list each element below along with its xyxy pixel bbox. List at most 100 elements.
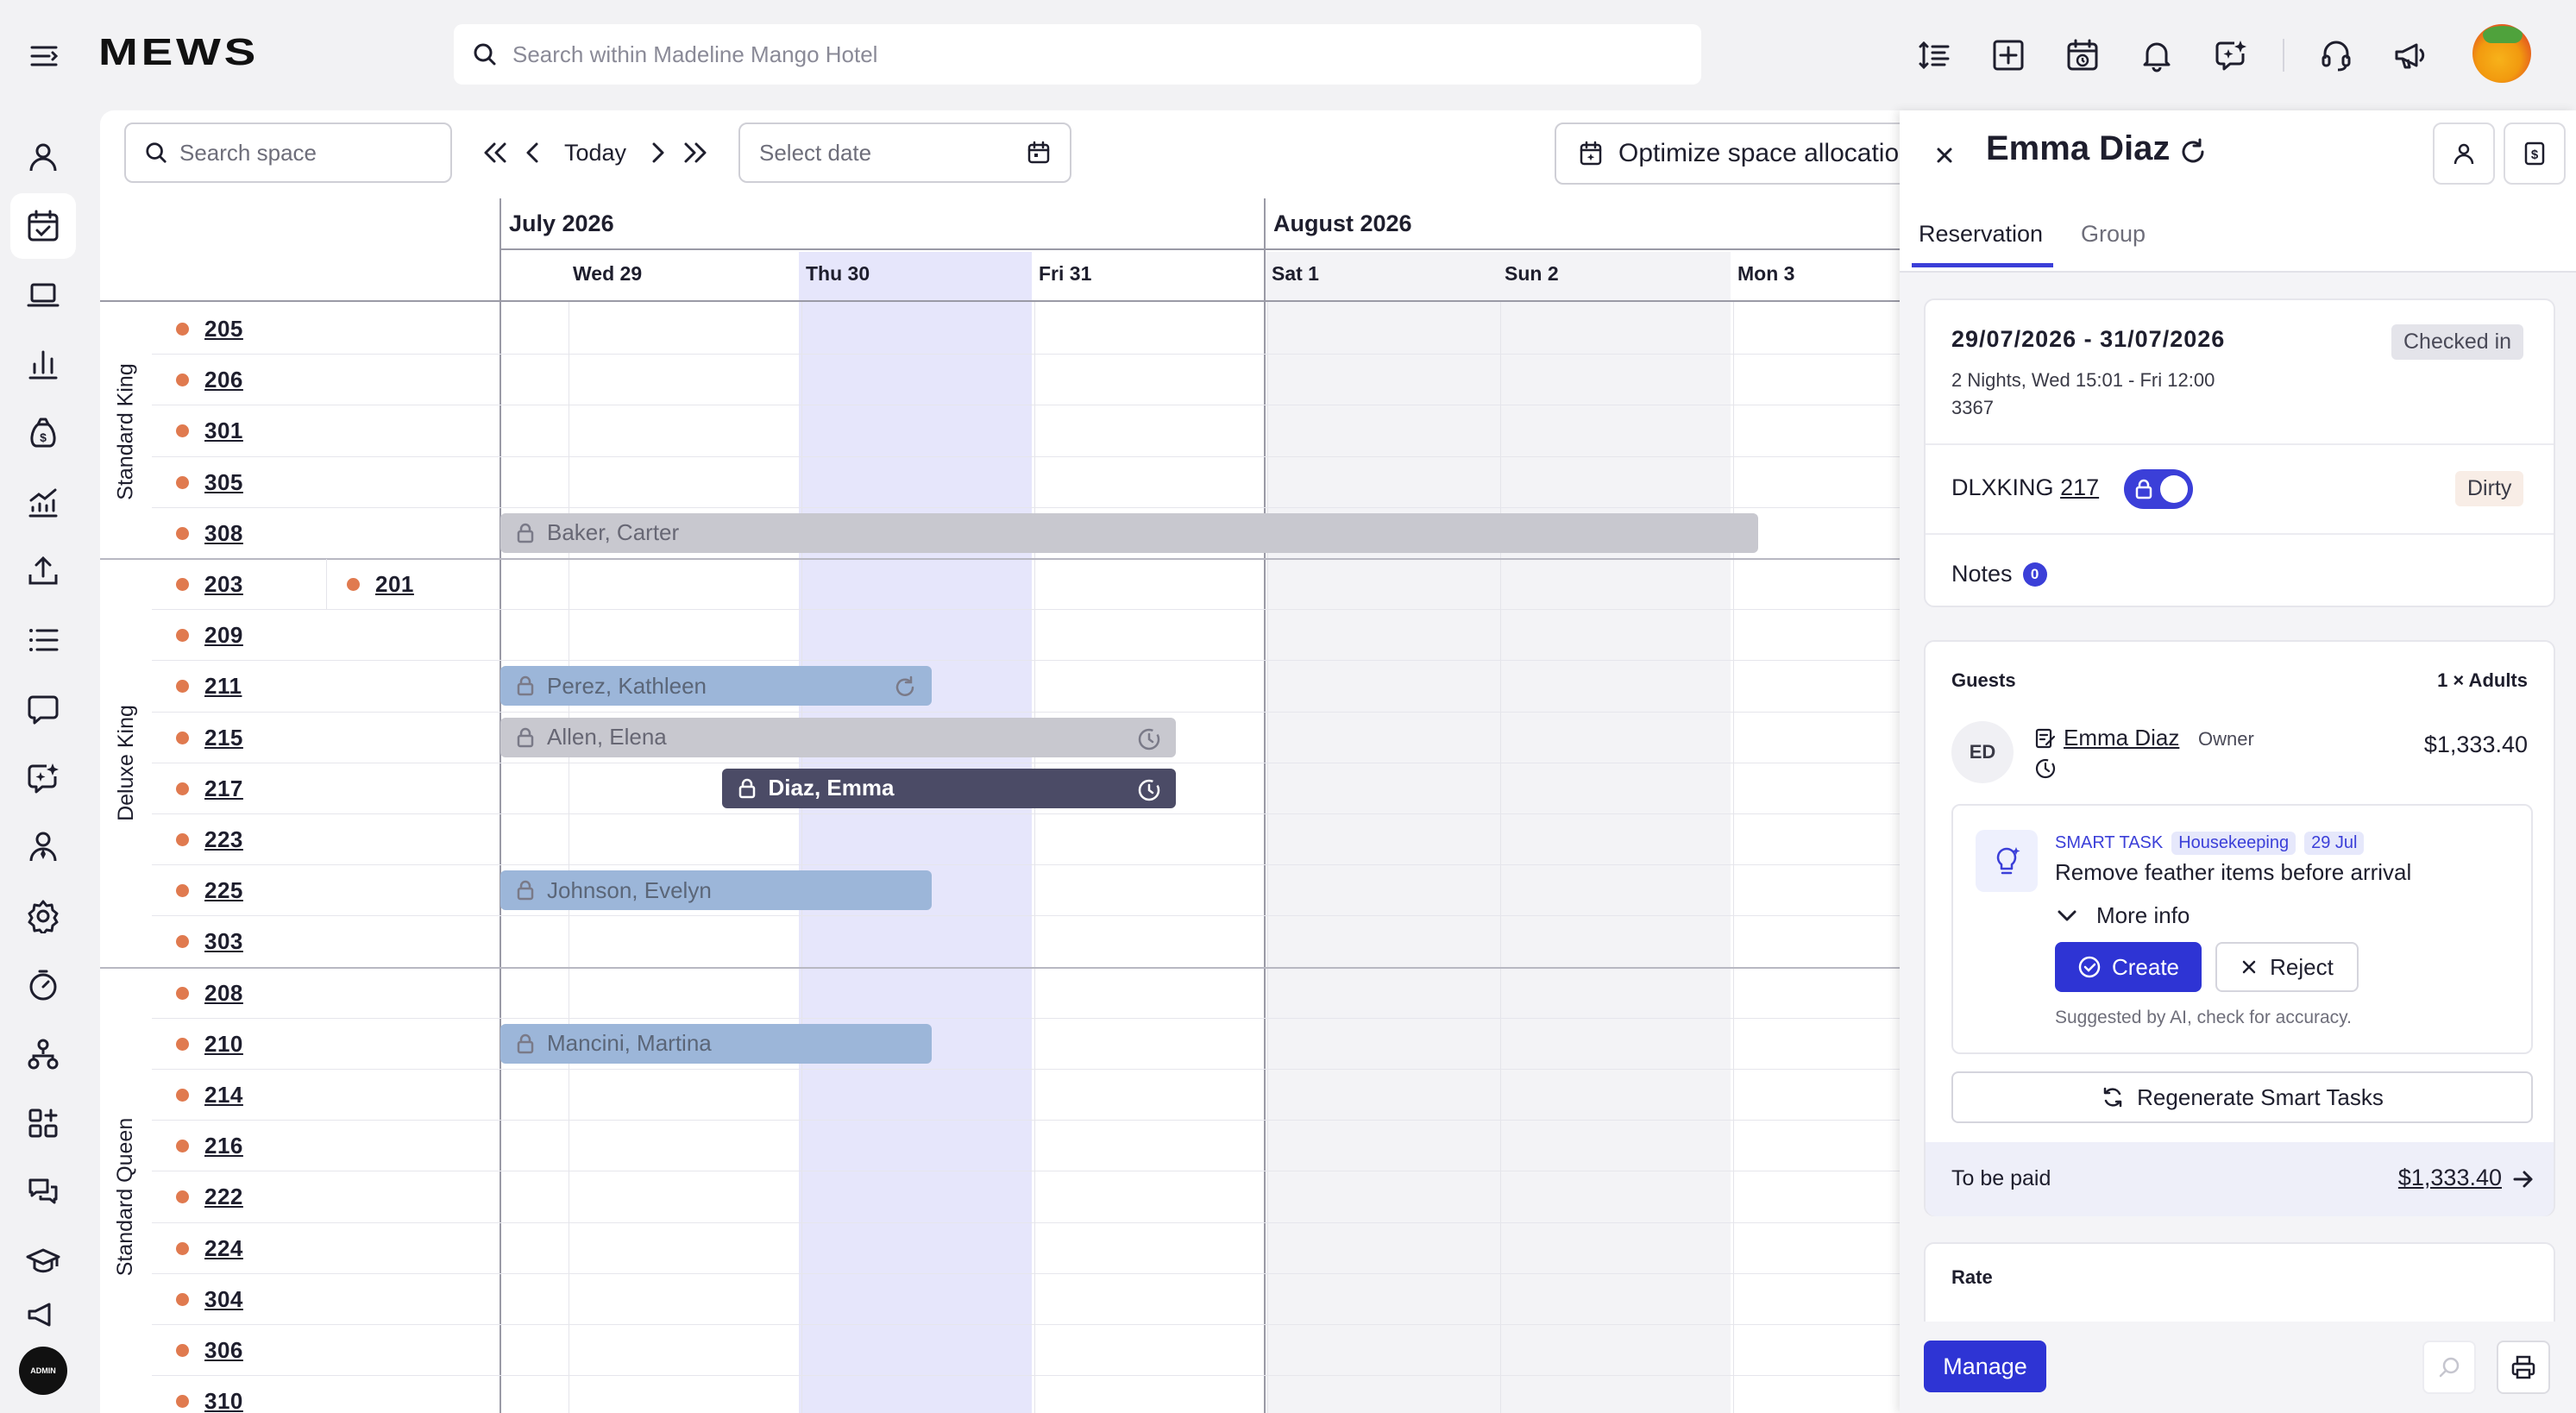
room-number[interactable]: 201	[375, 571, 414, 598]
billing-button[interactable]: $	[2504, 122, 2566, 185]
room-217[interactable]: 217	[176, 763, 243, 814]
room-223[interactable]: 223	[176, 814, 243, 865]
room-number[interactable]: 216	[204, 1133, 243, 1159]
regenerate-smart-tasks-button[interactable]: Regenerate Smart Tasks	[1951, 1071, 2533, 1123]
search-space-input[interactable]: Search space	[124, 122, 452, 183]
room-number[interactable]: 308	[204, 520, 243, 547]
room-number[interactable]: 214	[204, 1082, 243, 1108]
history-icon[interactable]	[1136, 777, 1162, 803]
reservation-bar[interactable]: Mancini, Martina	[500, 1023, 932, 1064]
room-lock-toggle[interactable]	[2124, 469, 2193, 509]
room-216[interactable]: 216	[176, 1121, 243, 1171]
sidebar-ai-message-icon[interactable]	[10, 745, 76, 811]
sidebar-trend-chart-icon[interactable]	[10, 469, 76, 535]
room-number[interactable]: 203	[204, 571, 243, 598]
room-215[interactable]: 215	[176, 713, 243, 763]
room-304[interactable]: 304	[176, 1274, 243, 1325]
next-icon[interactable]	[638, 131, 676, 174]
room-306[interactable]: 306	[176, 1325, 243, 1376]
guest-profile-button[interactable]	[2433, 122, 2495, 185]
room-208[interactable]: 208	[176, 968, 243, 1019]
admin-avatar[interactable]: ADMIN	[19, 1347, 67, 1395]
room-310[interactable]: 310	[176, 1376, 243, 1413]
room-303[interactable]: 303	[176, 916, 243, 967]
room-number[interactable]: 224	[204, 1235, 243, 1262]
previous-icon[interactable]	[514, 131, 552, 174]
jump-forward-icon[interactable]	[676, 131, 714, 174]
notes-row[interactable]: Notes 0	[1951, 561, 2047, 587]
history-icon[interactable]	[1136, 726, 1162, 752]
sidebar-bar-chart-icon[interactable]	[10, 331, 76, 397]
guest-name-link[interactable]: Emma Diaz	[2034, 725, 2179, 751]
tab-reservation[interactable]: Reservation	[1912, 221, 2054, 267]
sidebar-hierarchy-icon[interactable]	[10, 1021, 76, 1087]
sidebar-list-icon[interactable]	[10, 607, 76, 673]
global-search-input[interactable]: Search within Madeline Mango Hotel	[454, 24, 1701, 85]
room-308[interactable]: 308	[176, 508, 243, 559]
megaphone-icon[interactable]	[2388, 33, 2433, 78]
sidebar-money-bag-icon[interactable]: $	[10, 400, 76, 466]
room-214[interactable]: 214	[176, 1070, 243, 1121]
line-spacing-icon[interactable]	[1912, 33, 1957, 78]
ai-chat-icon[interactable]	[2208, 33, 2253, 78]
manage-button[interactable]: Manage	[1924, 1341, 2046, 1392]
sidebar-apps-add-icon[interactable]	[10, 1090, 76, 1156]
room-number[interactable]: 211	[204, 673, 242, 700]
search-icon[interactable]	[2422, 1341, 2476, 1394]
calendar-clock-icon[interactable]	[2060, 33, 2105, 78]
room-211[interactable]: 211	[176, 661, 242, 712]
sidebar-megaphone-icon[interactable]	[10, 1297, 76, 1332]
room-number-link[interactable]: 217	[2060, 474, 2099, 500]
room-210[interactable]: 210	[176, 1019, 243, 1070]
print-icon[interactable]	[2497, 1341, 2550, 1394]
more-info-toggle[interactable]: More info	[2055, 902, 2190, 929]
room-201[interactable]: 201	[347, 559, 414, 610]
sidebar-laptop-icon[interactable]	[10, 262, 76, 328]
sidebar-upload-icon[interactable]	[10, 538, 76, 604]
room-301[interactable]: 301	[176, 405, 243, 456]
room-number[interactable]: 223	[204, 826, 243, 853]
room-number[interactable]: 306	[204, 1337, 243, 1364]
room-number[interactable]: 205	[204, 316, 243, 342]
room-203[interactable]: 203	[176, 559, 243, 610]
sidebar-timer-icon[interactable]	[10, 952, 76, 1018]
room-number[interactable]: 208	[204, 980, 243, 1007]
room-number[interactable]: 301	[204, 418, 243, 444]
room-number[interactable]: 305	[204, 469, 243, 496]
menu-toggle-icon[interactable]	[26, 38, 62, 74]
room-209[interactable]: 209	[176, 610, 243, 661]
room-number[interactable]: 209	[204, 622, 243, 649]
reservation-bar[interactable]: Diaz, Emma	[721, 768, 1176, 808]
user-avatar[interactable]	[2472, 24, 2531, 83]
room-number[interactable]: 303	[204, 928, 243, 955]
tab-group[interactable]: Group	[2081, 221, 2146, 263]
room-305[interactable]: 305	[176, 457, 243, 508]
room-225[interactable]: 225	[176, 865, 243, 916]
create-task-button[interactable]: Create	[2055, 942, 2202, 992]
app-logo[interactable]: MEWS	[98, 31, 259, 74]
sidebar-calendar-check-icon[interactable]	[10, 193, 76, 259]
room-206[interactable]: 206	[176, 355, 243, 405]
sidebar-graduation-cap-icon[interactable]	[10, 1228, 76, 1294]
today-button[interactable]: Today	[564, 140, 626, 166]
refresh-icon[interactable]	[892, 675, 918, 700]
room-number[interactable]: 206	[204, 367, 243, 393]
refresh-icon[interactable]	[2177, 136, 2208, 167]
room-number[interactable]: 215	[204, 725, 243, 751]
bell-icon[interactable]	[2134, 33, 2179, 78]
jump-back-icon[interactable]	[476, 131, 514, 174]
sidebar-user-tie-icon[interactable]	[10, 814, 76, 880]
select-date-input[interactable]: Select date	[738, 122, 1071, 183]
to-be-paid-amount[interactable]: $1,333.40	[2398, 1165, 2502, 1191]
add-square-icon[interactable]	[1986, 33, 2031, 78]
sidebar-chat-bubbles-icon[interactable]	[10, 1159, 76, 1225]
headset-icon[interactable]	[2314, 33, 2359, 78]
to-be-paid-row[interactable]: To be paid $1,333.40	[1926, 1142, 2554, 1216]
room-224[interactable]: 224	[176, 1223, 243, 1274]
sidebar-gear-icon[interactable]	[10, 883, 76, 949]
reservation-bar[interactable]: Johnson, Evelyn	[500, 870, 932, 911]
reservation-bar[interactable]: Baker, Carter	[500, 512, 1758, 553]
sidebar-person-icon[interactable]	[10, 124, 76, 190]
room-number[interactable]: 217	[204, 776, 243, 802]
close-icon[interactable]	[1926, 136, 1963, 174]
